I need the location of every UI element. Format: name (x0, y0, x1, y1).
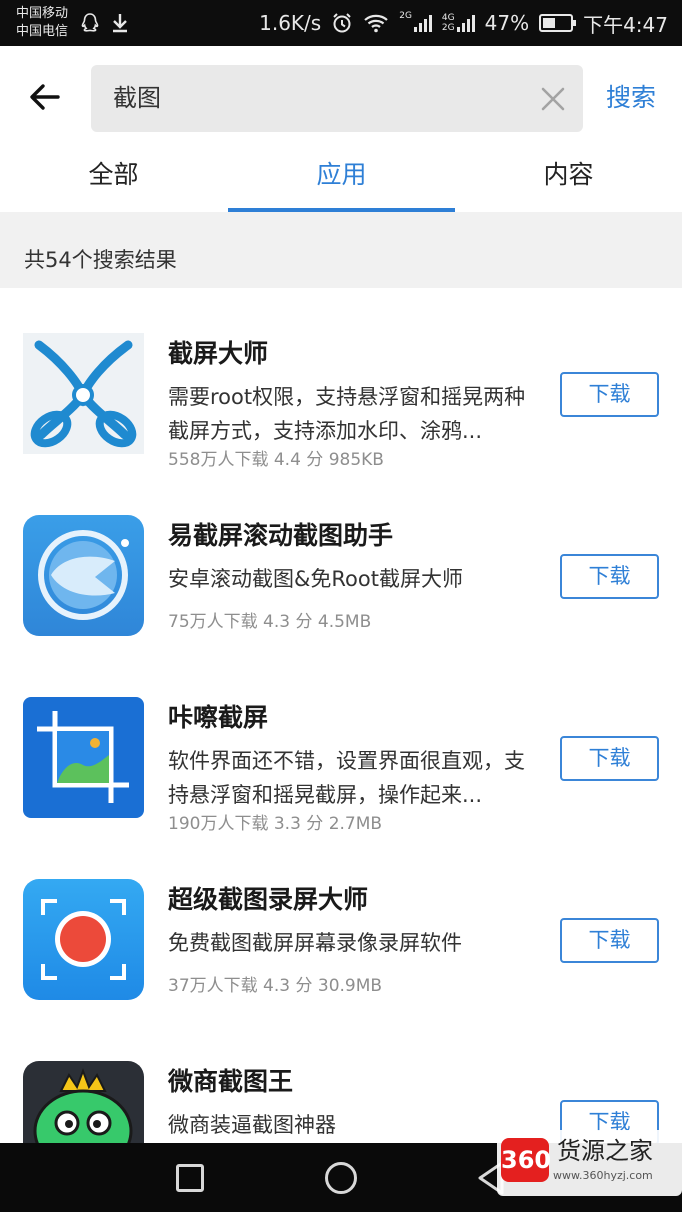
tab-apps[interactable]: 应用 (228, 150, 455, 212)
screen-record-app-icon[interactable] (23, 879, 144, 1000)
carrier-2: 中国电信 (16, 24, 69, 39)
list-item[interactable]: 微商截图王 微商装逼截图神器 下载 (0, 1016, 682, 1143)
download-button[interactable]: 下载 (560, 736, 659, 781)
download-icon (113, 14, 127, 33)
network-type-2: 4G (441, 13, 455, 23)
app-meta: 37万人下载 4.3 分 30.9MB (168, 976, 383, 996)
download-button[interactable]: 下载 (560, 372, 659, 417)
alarm-icon (333, 13, 351, 33)
app-name: 超级截图录屏大师 (168, 885, 369, 914)
app-name: 易截屏滚动截图助手 (168, 521, 394, 550)
result-count-bar: 共54个搜索结果 (0, 212, 682, 288)
clock: 下午4:47 (583, 12, 668, 37)
tab-content[interactable]: 内容 (455, 150, 682, 212)
tab-bar: 全部 应用 内容 (0, 150, 682, 212)
battery-icon (539, 14, 577, 32)
status-right: 1.6K/s 2G 4G 2G 47% 下午4:47 (259, 0, 668, 46)
network-speed: 1.6K/s (259, 11, 322, 35)
list-item[interactable]: 超级截图录屏大师 免费截图截屏屏幕录像录屏软件 37万人下载 4.3 分 30.… (0, 834, 682, 1016)
app-meta: 75万人下载 4.3 分 4.5MB (168, 612, 372, 632)
search-input[interactable]: 截图 (91, 65, 583, 132)
battery-percent: 47% (484, 11, 530, 35)
signal-icon-2 (456, 14, 475, 32)
app-description: 需要root权限，支持悬浮窗和摇晃两种截屏方式，支持添加水印、涂鸦... (168, 385, 526, 443)
list-item[interactable]: 截屏大师 需要root权限，支持悬浮窗和摇晃两种截屏方式，支持添加水印、涂鸦..… (0, 288, 682, 470)
carrier-info: 中国移动 中国电信 (16, 5, 68, 41)
list-item[interactable]: 易截屏滚动截图助手 安卓滚动截图&免Root截屏大师 75万人下载 4.3 分 … (0, 470, 682, 652)
app-meta: 190万人下载 3.3 分 2.7MB (168, 814, 383, 834)
app-name: 咔嚓截屏 (168, 703, 269, 732)
app-description: 微商装逼截图神器 (168, 1113, 336, 1137)
frog-app-icon[interactable] (23, 1061, 144, 1143)
search-query[interactable]: 截图 (113, 65, 161, 132)
qq-icon (81, 13, 99, 32)
download-button[interactable]: 下载 (560, 554, 659, 599)
network-type-3: 2G (441, 23, 455, 33)
wifi-icon (364, 14, 388, 33)
search-button[interactable]: 搜索 (606, 80, 656, 116)
network-type-group: 4G 2G (442, 13, 455, 33)
app-meta: 558万人下载 4.4 分 985KB (168, 450, 384, 470)
watermark-logo: 360 (501, 1138, 551, 1182)
crop-app-icon[interactable] (23, 697, 144, 818)
scroll-screenshot-app-icon[interactable] (23, 515, 144, 636)
app-name: 截屏大师 (168, 339, 269, 368)
clear-icon[interactable] (539, 85, 567, 113)
app-name: 微商截图王 (168, 1067, 294, 1096)
tab-all[interactable]: 全部 (0, 150, 227, 212)
status-bar: 中国移动 中国电信 1.6K/s 2G 4G 2G 47% 下午4:47 (0, 0, 682, 46)
recents-icon[interactable] (176, 1164, 204, 1192)
back-arrow-icon[interactable] (28, 80, 62, 114)
watermark-url: www.360hyzj.com (553, 1169, 653, 1182)
watermark: 360 货源之家 www.360hyzj.com (497, 1130, 682, 1196)
search-header: 截图 搜索 (0, 46, 682, 150)
home-icon[interactable] (325, 1162, 357, 1194)
app-description: 安卓滚动截图&免Root截屏大师 (168, 567, 463, 591)
carrier-1: 中国移动 (16, 6, 69, 21)
result-count: 共54个搜索结果 (24, 248, 177, 272)
app-description: 软件界面还不错，设置界面很直观，支持悬浮窗和摇晃截屏，操作起来... (168, 749, 525, 807)
watermark-title: 货源之家 (557, 1137, 653, 1165)
scissors-app-icon[interactable] (23, 333, 144, 454)
signal-icon-1 (413, 14, 432, 32)
app-description: 免费截图截屏屏幕录像录屏软件 (168, 931, 462, 955)
status-notification-icons (80, 12, 130, 34)
network-type-1: 2G (399, 11, 412, 21)
list-item[interactable]: 咔嚓截屏 软件界面还不错，设置界面很直观，支持悬浮窗和摇晃截屏，操作起来... … (0, 652, 682, 834)
download-button[interactable]: 下载 (560, 918, 659, 963)
